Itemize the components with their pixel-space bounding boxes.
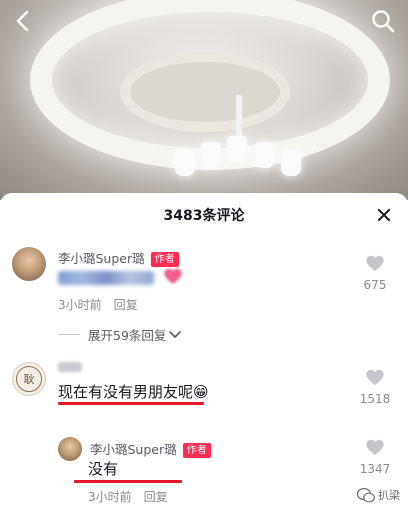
heart-icon — [366, 255, 384, 271]
sheet-header: 3483条评论 — [0, 193, 408, 237]
comment-text: 没有 — [88, 460, 119, 478]
heart-icon — [366, 439, 384, 455]
red-underline — [58, 402, 204, 405]
expand-replies-button[interactable]: 展开59条回复 — [58, 325, 182, 344]
expand-replies-label: 展开59条回复 — [88, 328, 167, 343]
search-icon — [372, 10, 395, 33]
back-button[interactable] — [8, 6, 38, 36]
video-background — [0, 0, 408, 200]
reply-button[interactable]: 回复 — [144, 490, 168, 504]
like-count: 675 — [363, 278, 387, 292]
chevron-left-icon — [16, 10, 29, 32]
comment-meta: 3小时前 回复 — [88, 488, 168, 505]
close-icon — [378, 209, 390, 221]
avatar[interactable]: 耿 — [12, 362, 46, 396]
like-button[interactable]: 1347 — [352, 438, 398, 476]
chevron-down-icon — [169, 330, 182, 338]
username-blurred — [58, 362, 82, 372]
heart-emoji-icon — [164, 268, 182, 284]
username-text: 李小璐Super璐 — [58, 251, 145, 266]
author-badge: 作者 — [150, 252, 179, 267]
close-button[interactable] — [374, 205, 394, 225]
like-button[interactable]: 1518 — [352, 368, 398, 406]
red-underline — [74, 480, 182, 483]
username-text: 李小璐Super璐 — [90, 442, 177, 457]
comment-item: 李小璐Super璐 作者 3小时前 回复 675 展开59条回复 — [0, 243, 408, 348]
like-count: 1347 — [359, 462, 391, 476]
comment-meta: 3小时前 回复 — [58, 296, 138, 313]
comment-time: 3小时前 — [58, 298, 102, 312]
avatar-logo: 耿 — [16, 366, 42, 392]
comment-text-blurred — [58, 267, 183, 289]
comment-username[interactable]: 李小璐Super璐 作者 — [58, 248, 179, 267]
comment-sheet: 3483条评论 李小璐Super璐 作者 3小时前 回复 675 展开59条回复… — [0, 193, 408, 515]
comment-username[interactable]: 李小璐Super璐 作者 — [90, 439, 211, 458]
author-badge: 作者 — [182, 443, 211, 458]
avatar[interactable] — [58, 437, 82, 461]
like-button[interactable]: 675 — [352, 254, 398, 292]
comment-text: 现在有没有男朋友呢😁 — [58, 383, 209, 401]
wechat-icon — [357, 487, 375, 502]
watermark: 扒梁 — [357, 487, 400, 503]
comment-time: 3小时前 — [88, 490, 132, 504]
ceiling-medallion — [120, 52, 290, 132]
comment-count-title: 3483条评论 — [163, 208, 245, 224]
heart-icon — [366, 369, 384, 385]
chandelier — [175, 136, 305, 200]
comment-item: 耿 现在有没有男朋友呢😁 1518 — [0, 353, 408, 438]
comment-username[interactable] — [58, 360, 82, 375]
avatar[interactable] — [12, 247, 46, 281]
watermark-text: 扒梁 — [378, 489, 400, 502]
reply-item: 李小璐Super璐 作者 没有 3小时前 回复 1347 — [0, 433, 408, 513]
search-button[interactable] — [368, 6, 398, 36]
divider-line — [58, 334, 80, 335]
like-count: 1518 — [359, 392, 391, 406]
reply-button[interactable]: 回复 — [114, 298, 138, 312]
